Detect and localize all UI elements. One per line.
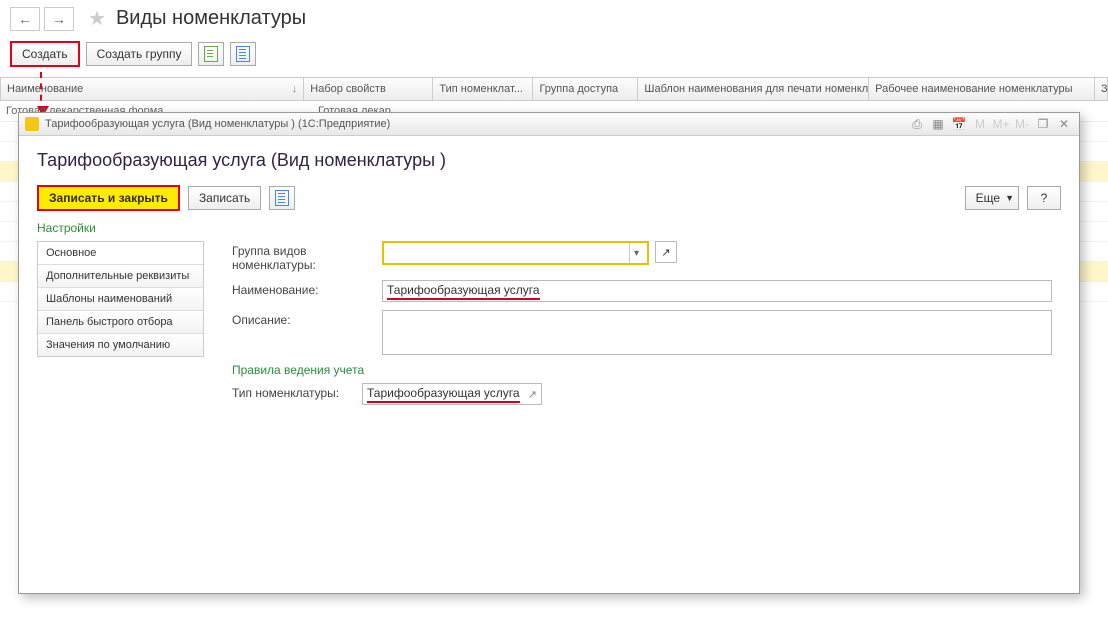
calc-icon[interactable]: ▦	[929, 116, 947, 132]
section-settings-label: Настройки	[37, 221, 1061, 235]
col-template[interactable]: Шаблон наименования для печати номенкла.…	[638, 78, 869, 100]
create-button[interactable]: Создать	[10, 41, 80, 67]
label-desc: Описание:	[232, 310, 382, 327]
chevron-down-icon: ▼	[1005, 193, 1014, 203]
tab-extra-attrs[interactable]: Дополнительные реквизиты	[38, 265, 203, 288]
create-group-button[interactable]: Создать группу	[86, 42, 193, 66]
help-button[interactable]: ?	[1027, 186, 1061, 210]
modal-title: Тарифообразующая услуга (Вид номенклатур…	[37, 150, 1061, 171]
col-name[interactable]: Наименование↓	[1, 78, 304, 100]
memory-mminus-button[interactable]: M-	[1013, 116, 1031, 132]
type-value: Тарифообразующая услуга	[367, 386, 520, 403]
memory-mplus-button[interactable]: M+	[992, 116, 1010, 132]
grid-header: Наименование↓ Набор свойств Тип номенкла…	[0, 77, 1108, 101]
type-field[interactable]: Тарифообразующая услуга ↗	[362, 383, 542, 405]
group-combo-field[interactable]: ▾	[382, 241, 649, 265]
page-title: Виды номенклатуры	[116, 7, 306, 30]
more-button[interactable]: Еще▼	[965, 186, 1019, 210]
document-icon	[204, 46, 218, 62]
print-icon[interactable]: ⎙	[908, 116, 926, 132]
modal-titlebar-text: Тарифообразующая услуга (Вид номенклатур…	[45, 118, 390, 130]
col-workname[interactable]: Рабочее наименование номенклатуры	[869, 78, 1095, 100]
open-external-button[interactable]: ↗	[655, 241, 677, 263]
col-type[interactable]: Тип номенклат...	[433, 78, 533, 100]
tab-main[interactable]: Основное	[38, 242, 203, 265]
nav-forward-button[interactable]: →	[44, 7, 74, 31]
side-tabs: Основное Дополнительные реквизиты Шаблон…	[37, 241, 204, 357]
nav-back-button[interactable]: ←	[10, 7, 40, 31]
sort-asc-icon: ↓	[292, 83, 298, 95]
description-field[interactable]	[382, 310, 1052, 355]
modal-titlebar: Тарифообразующая услуга (Вид номенклатур…	[19, 113, 1079, 136]
list-icon-button[interactable]	[230, 42, 256, 66]
label-name: Наименование:	[232, 280, 382, 297]
window-restore-icon[interactable]: ❐	[1034, 116, 1052, 132]
modal-window: Тарифообразующая услуга (Вид номенклатур…	[18, 112, 1080, 594]
open-icon[interactable]: ↗	[528, 388, 537, 401]
window-close-icon[interactable]: ✕	[1055, 116, 1073, 132]
tab-name-templates[interactable]: Шаблоны наименований	[38, 288, 203, 311]
name-field[interactable]: Тарифообразующая услуга	[382, 280, 1052, 302]
name-value: Тарифообразующая услуга	[387, 283, 540, 300]
refresh-icon-button[interactable]	[198, 42, 224, 66]
col-zapr[interactable]: Запр	[1095, 78, 1107, 100]
tab-defaults[interactable]: Значения по умолчанию	[38, 334, 203, 356]
chevron-down-icon[interactable]: ▾	[629, 243, 643, 263]
save-button[interactable]: Записать	[188, 186, 261, 210]
label-type: Тип номенклатуры:	[232, 383, 362, 400]
col-set[interactable]: Набор свойств	[304, 78, 433, 100]
list-icon	[236, 46, 250, 62]
save-and-close-button[interactable]: Записать и закрыть	[37, 185, 180, 211]
list-icon	[275, 190, 289, 206]
calendar-icon[interactable]: 📅	[950, 116, 968, 132]
col-access[interactable]: Группа доступа	[533, 78, 638, 100]
favorite-star-icon[interactable]: ★	[88, 6, 106, 31]
memory-m-button[interactable]: M	[971, 116, 989, 132]
label-group: Группа видов номенклатуры:	[232, 241, 382, 272]
list-icon-button[interactable]	[269, 186, 295, 210]
section-rules-label: Правила ведения учета	[232, 363, 1061, 377]
app-1c-icon	[25, 117, 39, 131]
tab-quick-filter[interactable]: Панель быстрого отбора	[38, 311, 203, 334]
